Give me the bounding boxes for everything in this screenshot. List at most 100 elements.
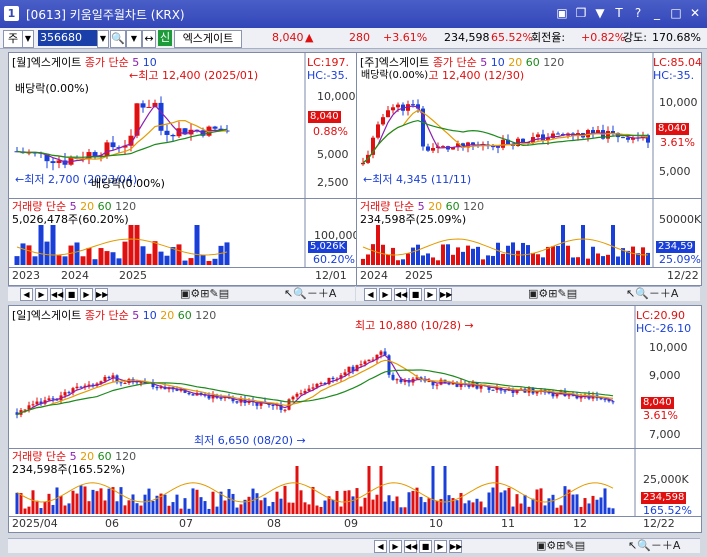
- candle-body: [503, 390, 507, 392]
- scroll-left-icon[interactable]: ◀: [364, 288, 377, 301]
- volume-bar: [466, 245, 470, 265]
- weekly-xtick: 2024: [360, 269, 388, 282]
- candle-body: [376, 124, 380, 138]
- search-icon[interactable]: 🔍: [110, 30, 126, 48]
- stock-code-input[interactable]: 356680: [38, 30, 98, 46]
- weekly-xtick: 2025: [405, 269, 433, 282]
- zoom-tools[interactable]: ↖🔍－＋A: [284, 287, 336, 301]
- weekly-vol-ma-120[interactable]: 120: [463, 200, 484, 213]
- volume-bar: [496, 242, 500, 265]
- text-icon[interactable]: T: [611, 5, 627, 21]
- daily-end-date: 12/22: [643, 517, 675, 530]
- volume-bar: [315, 505, 319, 514]
- rewind-icon[interactable]: ◀◀: [404, 540, 417, 553]
- stop-icon[interactable]: ■: [409, 288, 422, 301]
- scroll-right-icon[interactable]: ▶: [379, 288, 392, 301]
- candle-body: [381, 117, 385, 125]
- close-icon[interactable]: ✕: [687, 5, 703, 21]
- fast-forward-icon[interactable]: ▶▶: [439, 288, 452, 301]
- chart-tools-icons[interactable]: ▣⚙⊞✎▤: [528, 287, 577, 301]
- stop-icon[interactable]: ■: [65, 288, 78, 301]
- chart-tools-icons[interactable]: ▣⚙⊞✎▤: [180, 287, 229, 301]
- maximize-icon[interactable]: □: [668, 5, 684, 21]
- minimize-icon[interactable]: _: [649, 5, 665, 21]
- weekly-price-tag: 8,040: [656, 123, 689, 135]
- volume-bar: [212, 258, 218, 265]
- code-dropdown-icon[interactable]: ▼: [97, 30, 109, 48]
- volume-bar: [323, 500, 327, 514]
- monthly-chart-pane[interactable]: [월]엑스게이트 종가 단순 5 10 LC:197. HC:-35. ←최고 …: [8, 52, 360, 286]
- prev-stock-icon[interactable]: ↔: [142, 30, 156, 48]
- monthly-vol-ma-20[interactable]: 20: [80, 200, 94, 213]
- weekly-ma-60[interactable]: 60: [526, 56, 540, 69]
- candle-body: [23, 409, 27, 411]
- daily-chart-canvas[interactable]: [9, 306, 701, 532]
- weekly-ma-5[interactable]: 5: [480, 56, 487, 69]
- volume-bar: [187, 508, 191, 514]
- zoom-tools[interactable]: ↖🔍－＋A: [626, 287, 678, 301]
- monthly-vol-ma-60[interactable]: 60: [98, 200, 112, 213]
- daily-ma-120[interactable]: 120: [195, 309, 216, 322]
- daily-vol-ma-20[interactable]: 20: [80, 450, 94, 463]
- monthly-vol-ma-120[interactable]: 120: [115, 200, 136, 213]
- play-icon[interactable]: ▶: [434, 540, 447, 553]
- daily-vol-tag: 234,598: [641, 492, 687, 504]
- weekly-ma-20[interactable]: 20: [508, 56, 522, 69]
- candle-body: [110, 142, 116, 148]
- scroll-right-icon[interactable]: ▶: [389, 540, 402, 553]
- volume-bar: [441, 244, 445, 265]
- market-dropdown-icon[interactable]: ▼: [22, 30, 34, 48]
- play-icon[interactable]: ▶: [80, 288, 93, 301]
- candle-body: [379, 351, 383, 355]
- weekly-ma-120[interactable]: 120: [543, 56, 564, 69]
- daily-ma-20[interactable]: 20: [160, 309, 174, 322]
- restore-icon[interactable]: ❐: [573, 5, 589, 21]
- candle-body: [427, 381, 431, 383]
- scroll-right-icon[interactable]: ▶: [35, 288, 48, 301]
- stop-icon[interactable]: ■: [419, 540, 432, 553]
- weekly-vol-pct: 25.09%: [659, 253, 701, 266]
- daily-vol-tick: 25,000K: [643, 473, 689, 486]
- pin-icon[interactable]: ▼: [592, 5, 608, 21]
- daily-chart-pane[interactable]: [일]엑스게이트 종가 단순 5 10 20 60 120 LC:20.90 H…: [8, 305, 702, 533]
- weekly-chart-canvas[interactable]: [357, 53, 701, 285]
- weekly-vol-ma-60[interactable]: 60: [446, 200, 460, 213]
- fast-forward-icon[interactable]: ▶▶: [95, 288, 108, 301]
- rewind-icon[interactable]: ◀◀: [50, 288, 63, 301]
- fast-forward-icon[interactable]: ▶▶: [449, 540, 462, 553]
- daily-ma-label[interactable]: 종가 단순: [85, 309, 129, 322]
- daily-ma-10[interactable]: 10: [143, 309, 157, 322]
- volume-bar: [555, 507, 559, 514]
- market-select[interactable]: 주: [3, 30, 23, 48]
- weekly-vol-ma-5[interactable]: 5: [418, 200, 425, 213]
- monthly-ma-5[interactable]: 5: [132, 56, 139, 69]
- play-icon[interactable]: ▶: [424, 288, 437, 301]
- rewind-icon[interactable]: ◀◀: [394, 288, 407, 301]
- weekly-chart-pane[interactable]: [주]엑스게이트 종가 단순 5 10 20 60 120 LC:85.04 H…: [356, 52, 702, 286]
- scroll-left-icon[interactable]: ◀: [20, 288, 33, 301]
- daily-vol-ma-5[interactable]: 5: [70, 450, 77, 463]
- help-icon[interactable]: ?: [630, 5, 646, 21]
- weekly-ma-10[interactable]: 10: [491, 56, 505, 69]
- daily-vol-ma-120[interactable]: 120: [115, 450, 136, 463]
- weekly-vol-ma-20[interactable]: 20: [428, 200, 442, 213]
- daily-ma-60[interactable]: 60: [178, 309, 192, 322]
- weekly-ytick: 10,000: [659, 96, 698, 109]
- scroll-left-icon[interactable]: ◀: [374, 540, 387, 553]
- volume-bar: [171, 502, 175, 514]
- strength-value: 170.68%: [652, 31, 701, 44]
- monthly-ma-10[interactable]: 10: [143, 56, 157, 69]
- monthly-ma-label[interactable]: 종가 단순: [85, 56, 129, 69]
- chart-tools-icons[interactable]: ▣⚙⊞✎▤: [536, 539, 585, 553]
- monthly-vol-ma-5[interactable]: 5: [70, 200, 77, 213]
- monthly-xtick: 2025: [119, 269, 147, 282]
- volume-bar: [295, 466, 299, 514]
- volume-bar: [104, 251, 110, 265]
- history-dropdown-icon[interactable]: ▼: [126, 30, 142, 48]
- daily-ma-5[interactable]: 5: [132, 309, 139, 322]
- weekly-ma-label[interactable]: 종가 단순: [433, 56, 477, 69]
- candle-body: [367, 359, 371, 362]
- window-icon[interactable]: ▣: [554, 5, 570, 21]
- zoom-tools[interactable]: ↖🔍－＋A: [628, 539, 680, 553]
- daily-vol-ma-60[interactable]: 60: [98, 450, 112, 463]
